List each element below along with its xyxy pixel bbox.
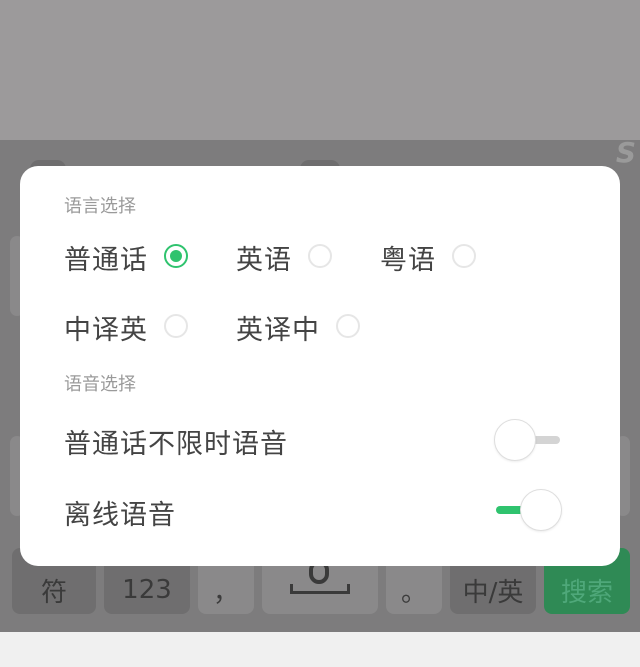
space-bar-icon (290, 584, 350, 594)
dimmed-overlay[interactable] (0, 0, 640, 140)
voice-section-title: 语音选择 (64, 374, 136, 395)
radio-english[interactable] (308, 244, 332, 268)
unlimited-mandarin-voice-label: 普通话不限时语音 (64, 429, 288, 460)
toggle-knob (520, 489, 562, 531)
radio-en-to-zh[interactable] (336, 314, 360, 338)
radio-cantonese[interactable] (452, 244, 476, 268)
toggle-knob (494, 419, 536, 461)
offline-voice-label: 离线语音 (64, 500, 176, 531)
language-section-title: 语言选择 (64, 196, 136, 217)
language-option-en-to-zh[interactable]: 英译中 (236, 308, 320, 347)
language-option-mandarin[interactable]: 普通话 (64, 238, 148, 277)
language-option-zh-to-en[interactable]: 中译英 (64, 308, 148, 347)
radio-mandarin[interactable] (164, 244, 188, 268)
offline-voice-toggle[interactable] (494, 489, 564, 531)
voice-settings-dialog: 语言选择 普通话 英语 粤语 中译英 英译中 语音选择 普通话不限时语音 离线语… (20, 166, 620, 566)
sogou-logo-icon: S (615, 136, 636, 169)
radio-zh-to-en[interactable] (164, 314, 188, 338)
unlimited-voice-toggle[interactable] (494, 419, 564, 461)
language-option-cantonese[interactable]: 粤语 (380, 238, 436, 277)
language-option-english[interactable]: 英语 (236, 238, 292, 277)
bottom-bar (0, 632, 640, 667)
